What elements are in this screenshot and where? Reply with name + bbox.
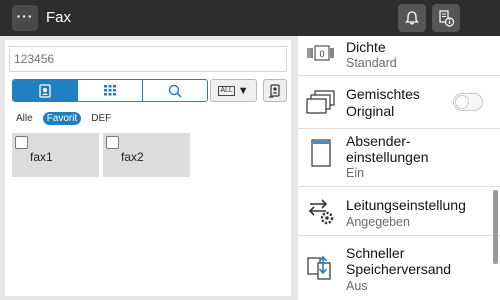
- quick-memory-tx-title-2: Speicherversand: [346, 261, 452, 277]
- quick-memory-tx-icon: [306, 253, 336, 283]
- setting-line-settings[interactable]: Leitungseinstellung Angegeben: [298, 188, 500, 236]
- tab-numeric-keypad[interactable]: [77, 80, 142, 101]
- all-label: ALL: [218, 85, 235, 96]
- job-info-icon: [439, 10, 455, 27]
- mixed-original-title-2: Original: [346, 103, 395, 119]
- tab-search[interactable]: [142, 80, 207, 101]
- setting-quick-memory-tx[interactable]: Schneller Speicherversand Aus: [298, 237, 500, 300]
- mixed-original-title-1: Gemischtes: [346, 86, 420, 102]
- index-select[interactable]: ALL ▼: [210, 79, 257, 102]
- search-icon: [168, 84, 182, 98]
- destination-input[interactable]: [9, 46, 287, 72]
- settings-scrollbar[interactable]: [493, 190, 498, 264]
- density-value: Standard: [346, 56, 397, 70]
- filter-def[interactable]: DEF: [87, 112, 115, 125]
- line-settings-value: Angegeben: [346, 215, 410, 229]
- sender-settings-icon: [306, 138, 336, 168]
- destination-checkbox[interactable]: [15, 136, 28, 149]
- density-title: Dichte: [346, 39, 386, 55]
- sender-settings-title-1: Absender-: [346, 133, 411, 149]
- sender-settings-value: Ein: [346, 166, 365, 180]
- destination-label: fax2: [121, 150, 144, 164]
- filter-favorite[interactable]: Favorit: [42, 111, 82, 125]
- svg-text:0: 0: [319, 49, 324, 59]
- settings-panel: 0 Dichte Standard Gemischtes Original Ab…: [298, 36, 500, 300]
- filter-tabs: Alle Favorit DEF: [12, 110, 115, 126]
- app-title: Fax: [46, 9, 72, 26]
- destination-panel: ALL ▼ Alle Favorit DEF fax1 fax2: [5, 40, 291, 296]
- destination-checkbox[interactable]: [106, 136, 119, 149]
- mixed-original-toggle[interactable]: [453, 93, 483, 111]
- setting-density[interactable]: 0 Dichte Standard: [298, 36, 500, 76]
- destination-tile-fax2[interactable]: fax2: [103, 133, 190, 177]
- chevron-down-icon: ▼: [237, 84, 249, 97]
- quick-memory-tx-value: Aus: [346, 279, 368, 293]
- quick-memory-tx-title-1: Schneller: [346, 245, 405, 261]
- density-icon: 0: [306, 38, 336, 68]
- numeric-keypad-icon: [104, 84, 116, 95]
- filter-all[interactable]: Alle: [12, 112, 37, 125]
- bell-icon: [405, 11, 419, 25]
- setting-sender-settings[interactable]: Absender- einstellungen Ein: [298, 130, 500, 187]
- mixed-original-icon: [306, 88, 336, 118]
- job-status-button[interactable]: [432, 4, 460, 32]
- address-detail-icon: [269, 83, 280, 98]
- tab-address-book[interactable]: [13, 80, 77, 101]
- sender-settings-title-2: einstellungen: [346, 149, 429, 165]
- notification-button[interactable]: [398, 4, 426, 32]
- address-detail-button[interactable]: [263, 79, 287, 102]
- line-settings-title: Leitungseinstellung: [346, 197, 466, 213]
- top-bar: ··· Fax: [0, 0, 500, 36]
- menu-button[interactable]: ···: [12, 5, 38, 31]
- destination-tile-fax1[interactable]: fax1: [12, 133, 99, 177]
- address-book-icon: [39, 83, 51, 98]
- destination-label: fax1: [30, 150, 53, 164]
- search-mode-tabs: [12, 79, 208, 102]
- toggle-knob: [455, 95, 469, 109]
- line-settings-icon: [306, 196, 336, 226]
- setting-mixed-original[interactable]: Gemischtes Original: [298, 77, 500, 129]
